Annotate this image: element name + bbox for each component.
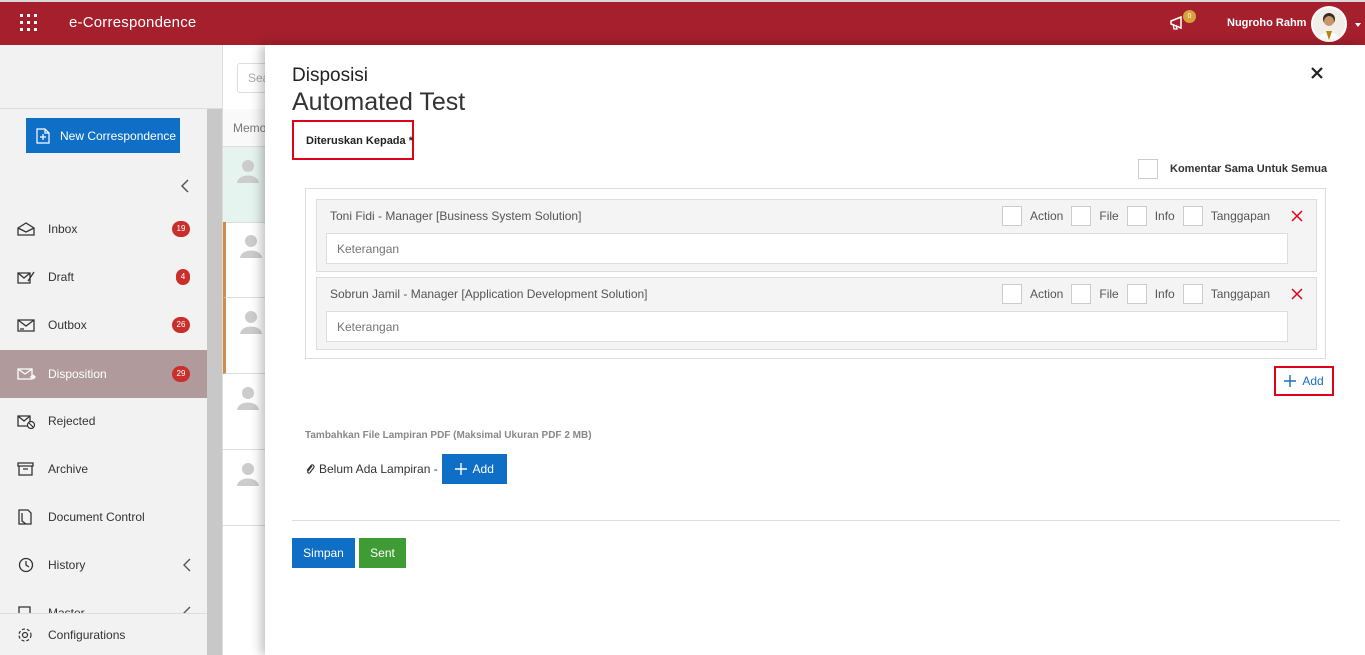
info-label: Info [1154, 209, 1175, 223]
history-expand-chevron-icon[interactable] [182, 558, 192, 572]
info-checkbox[interactable] [1126, 284, 1147, 304]
disposition-count-badge: 29 [172, 366, 190, 382]
plus-icon [454, 463, 467, 475]
action-label: Action [1030, 209, 1064, 223]
inbox-count-badge: 19 [172, 221, 190, 237]
recipients-container: Toni Fidi - Manager [Business System Sol… [305, 188, 1326, 359]
add-attachment-label: Add [472, 462, 494, 476]
tanggapan-checkbox[interactable] [1182, 284, 1203, 304]
new-document-icon [36, 127, 50, 144]
sidebar-item-inbox[interactable]: Inbox 19 [0, 205, 207, 253]
outbox-count-badge: 26 [172, 317, 190, 333]
tanggapan-label: Tanggapan [1210, 209, 1271, 223]
archive-icon [17, 462, 34, 476]
recipient-note-input[interactable] [326, 311, 1288, 342]
configurations-label: Configurations [48, 627, 126, 642]
sidebar-item-document-control[interactable]: Document Control [0, 493, 207, 541]
new-correspondence-label: New Correspondence [60, 128, 177, 143]
sidebar-item-label: Inbox [48, 222, 78, 236]
paperclip-icon [306, 464, 315, 474]
document-icon [18, 509, 32, 525]
forward-to-label: Diteruskan Kepada * [292, 120, 414, 160]
add-attachment-button[interactable]: Add [441, 454, 507, 484]
recipient-options: Action File Info Tanggapan [1002, 284, 1278, 304]
sent-button[interactable]: Sent [359, 538, 406, 568]
person-icon [237, 463, 259, 486]
app-title: e-Correspondence [69, 14, 197, 31]
sidebar-item-label: History [48, 558, 86, 572]
person-icon [240, 235, 262, 258]
sidebar-header [0, 45, 222, 109]
sidebar-item-rejected[interactable]: Rejected [0, 397, 207, 445]
notification-badge: 0 [1183, 10, 1196, 23]
file-label: File [1099, 287, 1119, 301]
sidebar-item-outbox[interactable]: Outbox 26 [0, 301, 207, 349]
remove-recipient-icon[interactable] [1291, 210, 1303, 222]
username[interactable]: Nugroho Rahm [1227, 17, 1306, 29]
attachment-title: Tambahkan File Lampiran PDF (Maksimal Uk… [305, 430, 592, 441]
inbox-icon [17, 222, 35, 236]
sidebar-item-label: Outbox [48, 318, 87, 332]
remove-recipient-icon[interactable] [1291, 288, 1303, 300]
rejected-icon [17, 415, 36, 429]
person-icon [237, 387, 259, 410]
file-checkbox[interactable] [1071, 284, 1092, 304]
top-bar: e-Correspondence 0 Nugroho Rahm [0, 0, 1365, 45]
attachment-row: Belum Ada Lampiran - Add [305, 454, 507, 484]
sidebar-item-disposition[interactable]: Disposition 29 [0, 350, 207, 398]
action-label: Action [1030, 287, 1064, 301]
sidebar-scrollbar[interactable] [207, 109, 222, 655]
sidebar-item-label: Archive [48, 462, 89, 476]
divider [292, 520, 1340, 521]
user-avatar[interactable] [1311, 6, 1347, 42]
sidebar-item-history[interactable]: History [0, 541, 207, 589]
recipient-name: Toni Fidi - Manager [Business System Sol… [330, 209, 582, 223]
history-icon [18, 557, 34, 573]
apps-grid-icon[interactable] [20, 14, 37, 31]
file-label: File [1099, 209, 1119, 223]
attachment-status: Belum Ada Lampiran - [319, 462, 438, 476]
sidebar: New Correspondence Inbox 19 Draft 4 Outb… [0, 45, 224, 655]
disposition-icon [17, 368, 36, 380]
draft-count-badge: 4 [176, 269, 190, 285]
modal-title: Disposisi [292, 65, 369, 86]
tanggapan-checkbox[interactable] [1182, 206, 1203, 226]
collapse-sidebar-chevron-icon[interactable] [178, 178, 192, 194]
file-checkbox[interactable] [1071, 206, 1092, 226]
same-comment-label: Komentar Sama Untuk Semua [1170, 163, 1328, 175]
disposition-modal: Disposisi Automated Test Diteruskan Kepa… [265, 45, 1365, 655]
tanggapan-label: Tanggapan [1210, 287, 1271, 301]
sidebar-item-draft[interactable]: Draft 4 [0, 253, 207, 301]
add-recipient-button[interactable]: Add [1274, 366, 1334, 396]
sidebar-item-label: Rejected [48, 414, 96, 428]
draft-icon [17, 271, 35, 284]
person-icon [240, 311, 262, 334]
recipient-note-input[interactable] [326, 233, 1288, 264]
sidebar-item-label: Document Control [48, 510, 145, 524]
recipient-options: Action File Info Tanggapan [1002, 206, 1278, 226]
user-menu-caret-icon[interactable] [1355, 23, 1361, 27]
plus-icon [1284, 375, 1297, 387]
person-icon [237, 160, 259, 183]
sidebar-item-configurations[interactable]: Configurations [0, 613, 224, 655]
recipient-row: Sobrun Jamil - Manager [Application Deve… [316, 277, 1317, 350]
close-icon[interactable] [1311, 67, 1323, 79]
new-correspondence-button[interactable]: New Correspondence [26, 118, 180, 153]
sidebar-item-label: Disposition [48, 367, 107, 381]
action-checkbox[interactable] [1002, 284, 1022, 304]
add-recipient-label: Add [1302, 374, 1324, 388]
info-label: Info [1154, 287, 1175, 301]
outbox-icon [17, 319, 35, 332]
recipient-row: Toni Fidi - Manager [Business System Sol… [316, 199, 1317, 272]
gear-icon [18, 627, 32, 642]
sidebar-item-label: Draft [48, 270, 75, 284]
info-checkbox[interactable] [1126, 206, 1147, 226]
same-comment-option[interactable]: Komentar Sama Untuk Semua [1138, 159, 1327, 179]
recipient-name: Sobrun Jamil - Manager [Application Deve… [330, 287, 648, 301]
action-checkbox[interactable] [1002, 206, 1022, 226]
save-button[interactable]: Simpan [292, 538, 355, 568]
sidebar-item-archive[interactable]: Archive [0, 445, 207, 493]
same-comment-checkbox[interactable] [1138, 159, 1158, 179]
modal-subtitle: Automated Test [292, 88, 466, 116]
